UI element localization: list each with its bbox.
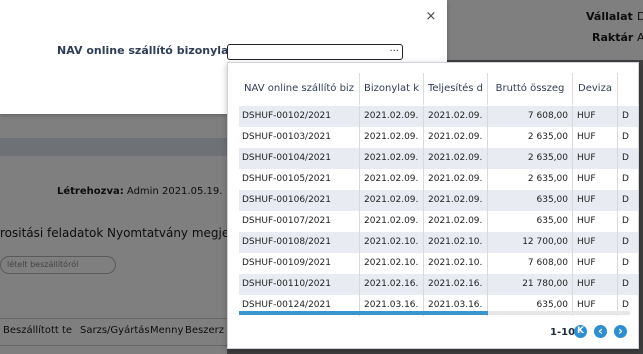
cell-extra: D [622, 195, 629, 205]
lookup-grid: NAV online szállító biz Bizonylat k Telj… [227, 62, 639, 349]
col-header-nav-number[interactable]: NAV online szállító biz [239, 73, 360, 105]
cell-doc-date: 2021.02.10. [360, 232, 424, 253]
cell-fulfilment-date: 2021.02.09. [424, 211, 488, 232]
cell-currency: HUF [573, 232, 618, 253]
cell-gross-amount: 7 608,00 [488, 253, 573, 274]
horizontal-scrollbar[interactable] [239, 311, 630, 315]
cell-extra: D [622, 279, 629, 289]
cell-extra: D [622, 111, 629, 121]
cell-currency: HUF [573, 127, 618, 148]
nav-number-input[interactable]: ... [227, 43, 403, 60]
cell-currency: HUF [573, 148, 618, 169]
cell-doc-date: 2021.02.09. [360, 148, 424, 169]
lookup-dots-icon[interactable]: ... [389, 43, 399, 54]
cell-currency: HUF [573, 211, 618, 232]
cell-extra: D [622, 132, 629, 142]
table-row[interactable]: DSHUF-00102/2021 2021.02.09. 2021.02.09. 7 … [239, 106, 638, 127]
table-row[interactable]: DSHUF-00103/2021 2021.02.09. 2021.02.09. 2 … [239, 127, 638, 148]
cell-nav-number: DSHUF-00108/2021 [239, 232, 360, 253]
cell-extra: D [622, 216, 629, 226]
first-page-icon[interactable]: K [574, 325, 587, 338]
cell-gross-amount: 635,00 [488, 190, 573, 211]
cell-currency: HUF [573, 253, 618, 274]
cell-fulfilment-date: 2021.02.09. [424, 106, 488, 127]
cell-gross-amount: 12 700,00 [488, 232, 573, 253]
col-header-extra[interactable] [618, 73, 638, 105]
cell-fulfilment-date: 2021.02.09. [424, 148, 488, 169]
cell-extra: D [622, 174, 629, 184]
pager-range: 1-10 [550, 327, 576, 338]
col-header-fulfilment-date[interactable]: Teljesítés d [424, 73, 488, 105]
cell-nav-number: DSHUF-00110/2021 [239, 274, 360, 295]
cell-extra: D [622, 258, 629, 268]
table-row[interactable]: DSHUF-00106/2021 2021.02.09. 2021.02.09. 63… [239, 190, 638, 211]
table-row[interactable]: DSHUF-00104/2021 2021.02.09. 2021.02.09. 2 … [239, 148, 638, 169]
table-row[interactable]: DSHUF-00105/2021 2021.02.09. 2021.02.09. 2 … [239, 169, 638, 190]
prev-page-icon[interactable]: ‹ [594, 325, 607, 338]
cell-nav-number: DSHUF-00107/2021 [239, 211, 360, 232]
cell-extra: D [622, 237, 629, 247]
cell-nav-number: DSHUF-00109/2021 [239, 253, 360, 274]
cell-gross-amount: 635,00 [488, 211, 573, 232]
col-header-currency[interactable]: Deviza [573, 73, 618, 105]
cell-doc-date: 2021.02.16. [360, 274, 424, 295]
cell-nav-number: DSHUF-00106/2021 [239, 190, 360, 211]
next-page-icon[interactable]: › [614, 325, 627, 338]
cell-fulfilment-date: 2021.02.09. [424, 127, 488, 148]
col-header-doc-date[interactable]: Bizonylat k [360, 73, 424, 105]
scrollbar-thumb[interactable] [239, 311, 488, 315]
cell-nav-number: DSHUF-00102/2021 [239, 106, 360, 127]
cell-gross-amount: 21 780,00 [488, 274, 573, 295]
cell-doc-date: 2021.02.09. [360, 127, 424, 148]
table-row[interactable]: DSHUF-00108/2021 2021.02.10. 2021.02.10. 12… [239, 232, 638, 253]
cell-doc-date: 2021.02.09. [360, 169, 424, 190]
cell-fulfilment-date: 2021.02.10. [424, 232, 488, 253]
cell-gross-amount: 2 635,00 [488, 127, 573, 148]
cell-currency: HUF [573, 274, 618, 295]
close-icon[interactable]: × [425, 10, 437, 24]
cell-doc-date: 2021.02.09. [360, 106, 424, 127]
cell-nav-number: DSHUF-00105/2021 [239, 169, 360, 190]
col-header-gross-amount[interactable]: Bruttó összeg [488, 73, 573, 105]
cell-fulfilment-date: 2021.02.10. [424, 253, 488, 274]
cell-nav-number: DSHUF-00103/2021 [239, 127, 360, 148]
cell-fulfilment-date: 2021.02.09. [424, 169, 488, 190]
cell-fulfilment-date: 2021.02.09. [424, 190, 488, 211]
cell-gross-amount: 2 635,00 [488, 148, 573, 169]
table-row[interactable]: DSHUF-00107/2021 2021.02.09. 2021.02.09. 63… [239, 211, 638, 232]
table-row[interactable]: DSHUF-00109/2021 2021.02.10. 2021.02.10. 7 … [239, 253, 638, 274]
cell-nav-number: DSHUF-00104/2021 [239, 148, 360, 169]
cell-fulfilment-date: 2021.02.16. [424, 274, 488, 295]
cell-doc-date: 2021.02.09. [360, 190, 424, 211]
cell-currency: HUF [573, 169, 618, 190]
table-row[interactable]: DSHUF-00110/2021 2021.02.16. 2021.02.16. 21… [239, 274, 638, 295]
cell-doc-date: 2021.02.10. [360, 253, 424, 274]
cell-gross-amount: 2 635,00 [488, 169, 573, 190]
cell-currency: HUF [573, 106, 618, 127]
cell-gross-amount: 7 608,00 [488, 106, 573, 127]
cell-doc-date: 2021.02.09. [360, 211, 424, 232]
cell-currency: HUF [573, 190, 618, 211]
grid-header: NAV online szállító biz Bizonylat k Telj… [239, 73, 638, 105]
cell-extra: D [622, 153, 629, 163]
